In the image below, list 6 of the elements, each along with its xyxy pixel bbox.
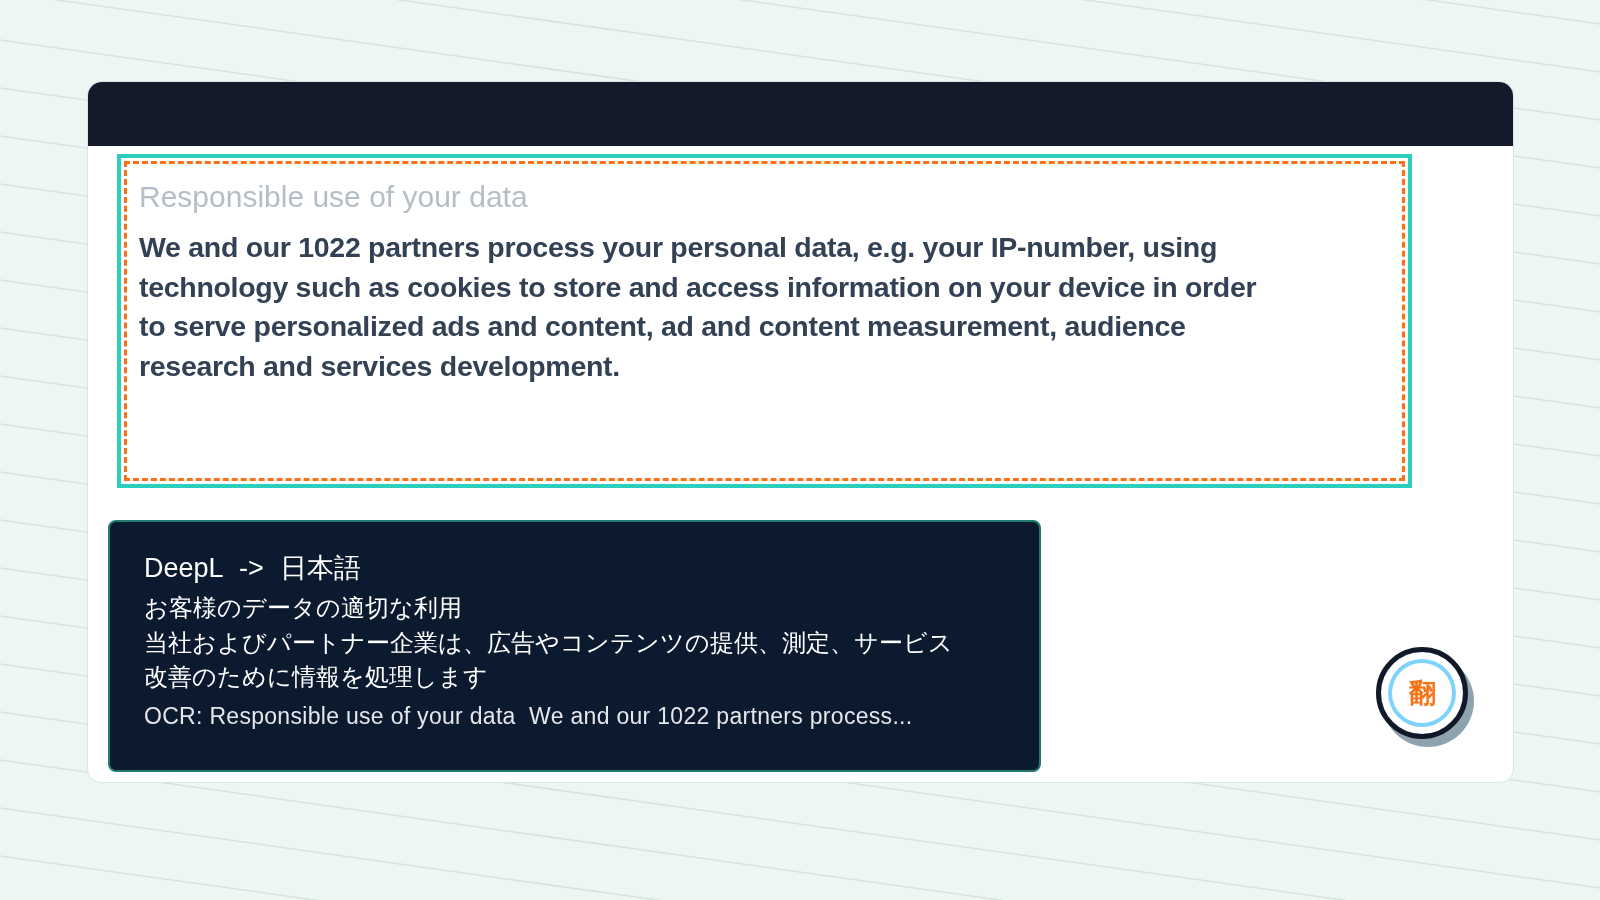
region-paragraph: We and our 1022 partners process your personal data, e.g. your IP-number, using technology such as cookies to store and access information on your device in order to serve personalized ads and content, ad and content measurement, audience research and services development. <box>139 230 1258 384</box>
region-heading: Responsible use of your data <box>139 179 528 215</box>
translation-text: 当社およびパートナー企業は、広告やコンテンツの提供、測定、サービス改善のために情報を処理します <box>144 628 954 692</box>
translation-title: DeepL -> 日本語 <box>144 552 362 584</box>
ocr-text: OCR: Responsible use of your data We and our 1022 partners process... <box>144 702 913 730</box>
translation-heading: お客様のデータの適切な利用 <box>144 593 462 623</box>
